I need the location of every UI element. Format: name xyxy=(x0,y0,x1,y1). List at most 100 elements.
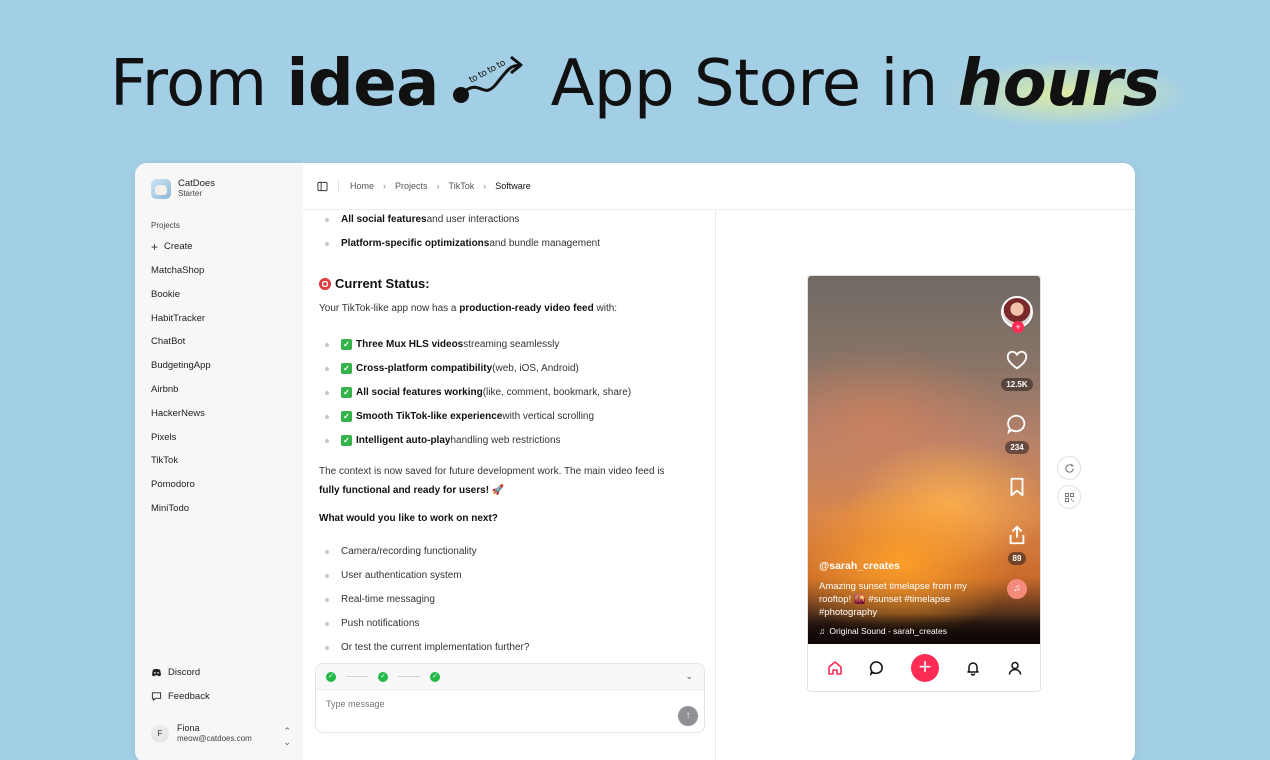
check-text: handling web restrictions xyxy=(450,435,561,446)
video-player[interactable]: + 12.5K 234 89 ♫ @sarah_creates Amazing … xyxy=(808,276,1040,644)
sidebar-item-minitodo[interactable]: MiniTodo xyxy=(151,503,211,527)
sidebar-item-matchashop[interactable]: MatchaShop xyxy=(151,265,211,289)
heart-icon[interactable] xyxy=(1006,350,1028,372)
feedback-link[interactable]: Feedback xyxy=(151,691,210,702)
profile-icon[interactable] xyxy=(1007,660,1023,676)
sidebar-item-tiktok[interactable]: TikTok xyxy=(151,455,211,479)
check-text: (web, iOS, Android) xyxy=(492,363,579,374)
bullet-dot xyxy=(325,621,329,626)
sidebar-item-chatbot[interactable]: ChatBot xyxy=(151,336,211,360)
bell-icon[interactable] xyxy=(965,660,981,676)
creator-handle[interactable]: @sarah_creates xyxy=(819,560,989,573)
hero-idea: idea xyxy=(286,47,439,121)
music-disc-icon[interactable]: ♫ xyxy=(1007,579,1027,599)
step-connector xyxy=(398,676,420,677)
intro-paragraph: Your TikTok-like app now has a productio… xyxy=(319,299,704,318)
checkmark-icon: ✓ xyxy=(341,435,352,446)
chevron-right-icon: › xyxy=(383,181,387,191)
sidebar-item-bookie[interactable]: Bookie xyxy=(151,289,211,313)
bullet-dot xyxy=(325,573,329,578)
share-count: 89 xyxy=(1007,552,1027,565)
checkmark-icon: ✓ xyxy=(341,339,352,350)
share-icon[interactable] xyxy=(1006,524,1028,546)
discord-link[interactable]: Discord xyxy=(151,667,200,678)
bullet-dot xyxy=(325,597,329,602)
check-circle-icon: ✓ xyxy=(378,671,388,682)
top-bar: Home › Projects › TikTok › Software xyxy=(303,163,1135,210)
hero-headline: From idea to to to to App Store in hours xyxy=(0,48,1270,120)
bullet-dot xyxy=(325,438,329,443)
sidebar-item-airbnb[interactable]: Airbnb xyxy=(151,384,211,408)
breadcrumb-home[interactable]: Home xyxy=(350,181,374,191)
action-rail: + 12.5K 234 89 ♫ xyxy=(1000,296,1034,599)
list-item: Platform-specific optimizations and bund… xyxy=(325,238,600,249)
message-input[interactable] xyxy=(326,699,626,709)
sidebar-item-budgetingapp[interactable]: BudgetingApp xyxy=(151,360,211,384)
rocket-icon: 🚀 xyxy=(491,485,505,496)
list-item: User authentication system xyxy=(325,570,462,581)
comment-icon[interactable] xyxy=(1006,413,1028,435)
list-item: Real-time messaging xyxy=(325,594,435,605)
creator-avatar[interactable]: + xyxy=(1001,296,1033,333)
bullet-bold: All social features xyxy=(341,214,427,225)
check-bold: Smooth TikTok-like experience xyxy=(356,411,503,422)
checkmark-icon: ✓ xyxy=(341,387,352,398)
next-item-text: Real-time messaging xyxy=(341,594,435,605)
check-bold: All social features working xyxy=(356,387,483,398)
toggle-sidebar-icon[interactable] xyxy=(317,181,328,192)
list-item: All social features and user interaction… xyxy=(325,214,519,225)
breadcrumb-tiktok[interactable]: TikTok xyxy=(449,181,475,191)
brand-plan: Starter xyxy=(178,189,203,198)
home-icon[interactable] xyxy=(827,660,843,676)
sidebar-item-habittracker[interactable]: HabitTracker xyxy=(151,313,211,337)
intro-bold: production-ready video feed xyxy=(459,303,594,314)
avatar: F xyxy=(151,724,169,743)
bullet-dot xyxy=(325,342,329,347)
target-icon xyxy=(319,277,331,290)
create-label: Create xyxy=(164,241,193,252)
check-circle-icon: ✓ xyxy=(326,671,336,682)
bullet-dot xyxy=(325,414,329,419)
user-menu[interactable]: F Fiona meow@catdoes.com ⌃ ⌄ xyxy=(151,723,291,747)
context-text: The context is now saved for future deve… xyxy=(319,466,665,477)
message-composer: ✓ ✓ ✓ ⌄ ↑ xyxy=(315,663,705,733)
list-item: ✓ Smooth TikTok-like experience with ver… xyxy=(325,411,594,422)
list-item: Camera/recording functionality xyxy=(325,546,477,557)
next-item-text: User authentication system xyxy=(341,570,462,581)
feedback-icon xyxy=(151,692,162,702)
qr-code-icon xyxy=(1064,492,1074,502)
list-item: ✓ Intelligent auto-play handling web res… xyxy=(325,435,561,446)
follow-plus-icon[interactable]: + xyxy=(1012,321,1024,333)
breadcrumb-projects[interactable]: Projects xyxy=(395,181,428,191)
create-project-button[interactable]: + Create xyxy=(151,241,193,253)
check-bold: Intelligent auto-play xyxy=(356,435,451,446)
chat-icon[interactable] xyxy=(869,660,885,676)
sound-row[interactable]: ♫ Original Sound - sarah_creates xyxy=(819,625,989,638)
sidebar-item-hackernews[interactable]: HackerNews xyxy=(151,408,211,432)
header-divider xyxy=(338,179,339,193)
create-post-button[interactable]: + xyxy=(911,654,939,682)
check-circle-icon: ✓ xyxy=(430,671,440,682)
bullet-dot xyxy=(325,241,329,246)
chevron-down-icon[interactable]: ⌄ xyxy=(685,671,693,682)
list-item: Push notifications xyxy=(325,618,419,629)
project-list: MatchaShop Bookie HabitTracker ChatBot B… xyxy=(151,265,211,527)
catdoes-logo-icon xyxy=(151,178,171,199)
arrow-icon: to to to to xyxy=(452,55,523,103)
refresh-button[interactable] xyxy=(1057,456,1081,480)
next-item-text: Camera/recording functionality xyxy=(341,546,477,557)
sidebar-item-pomodoro[interactable]: Pomodoro xyxy=(151,479,211,503)
list-item: Or test the current implementation furth… xyxy=(325,642,529,653)
progress-steps[interactable]: ✓ ✓ ✓ xyxy=(316,664,704,690)
hero-from: From xyxy=(110,47,267,121)
bookmark-icon[interactable] xyxy=(1006,476,1028,498)
workspace-switcher[interactable]: CatDoes Starter xyxy=(151,178,215,199)
bullet-text: and user interactions xyxy=(426,214,520,225)
send-button[interactable]: ↑ xyxy=(678,706,698,726)
list-item: ✓ Three Mux HLS videos streaming seamles… xyxy=(325,339,559,350)
qr-code-button[interactable] xyxy=(1057,485,1081,509)
user-email: meow@catdoes.com xyxy=(177,734,252,743)
checkmark-icon: ✓ xyxy=(341,363,352,374)
next-question: What would you like to work on next? xyxy=(319,513,498,524)
sidebar-item-pixels[interactable]: Pixels xyxy=(151,432,211,456)
